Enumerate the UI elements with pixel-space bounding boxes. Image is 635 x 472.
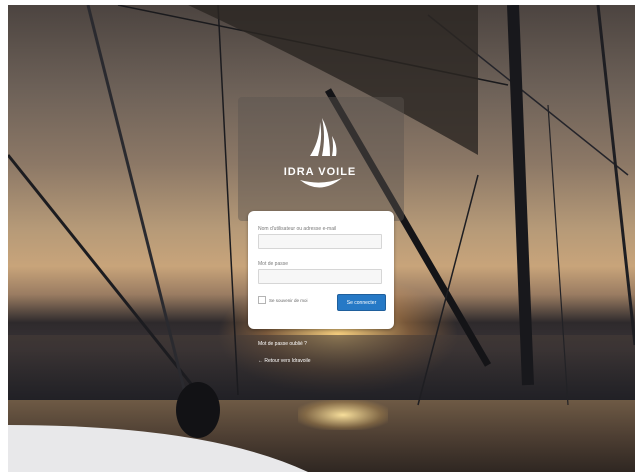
remember-checkbox[interactable] — [258, 296, 266, 304]
back-to-site-link[interactable]: ← Retour vers Idravoile — [258, 358, 311, 364]
login-button[interactable]: Se connecter — [337, 294, 386, 311]
password-input[interactable] — [258, 269, 382, 284]
sail-logo-icon[interactable] — [270, 112, 370, 198]
password-label: Mot de passe — [258, 261, 289, 267]
lost-password-link[interactable]: Mot de passe oublié ? — [258, 341, 307, 347]
brand-name: IDRA VOILE — [283, 166, 357, 178]
login-form: Nom d'utilisateur ou adresse e-mail Mot … — [248, 211, 394, 329]
remember-label: Se souvenir de moi — [269, 297, 308, 303]
username-input[interactable] — [258, 234, 382, 249]
remember-me[interactable]: Se souvenir de moi — [258, 296, 308, 304]
username-label: Nom d'utilisateur ou adresse e-mail — [258, 226, 337, 232]
